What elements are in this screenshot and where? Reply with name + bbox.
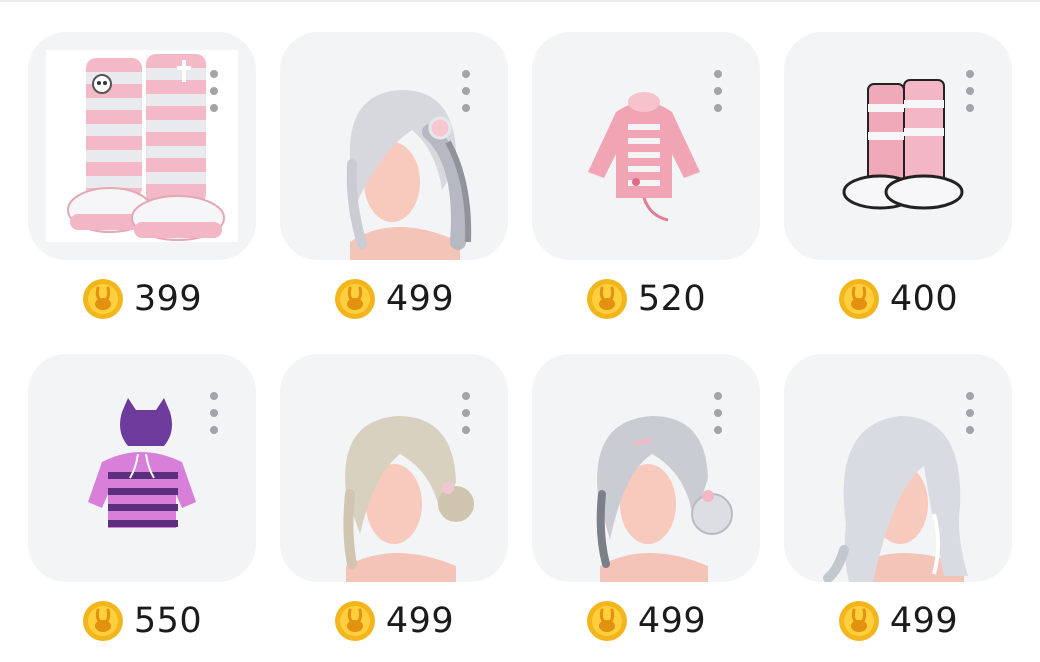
bunny-coin-icon xyxy=(82,601,123,641)
item-card[interactable] xyxy=(280,32,508,260)
price-value: 499 xyxy=(385,601,455,641)
price-value: 400 xyxy=(889,279,959,319)
more-options-button[interactable] xyxy=(714,392,722,434)
price-value: 550 xyxy=(133,601,203,641)
more-options-button[interactable] xyxy=(966,392,974,434)
more-options-button[interactable] xyxy=(714,70,722,112)
more-vertical-icon xyxy=(966,392,974,400)
item-price: 520 xyxy=(532,276,760,322)
more-options-button[interactable] xyxy=(210,392,218,434)
sneakers-thumbnail xyxy=(842,79,964,210)
item-price: 499 xyxy=(280,276,508,322)
hoodie-thumbnail xyxy=(88,398,196,528)
bunny-coin-icon xyxy=(586,279,627,319)
price-value: 520 xyxy=(637,279,707,319)
item-price: 499 xyxy=(532,598,760,644)
item-price: 399 xyxy=(28,276,256,322)
item-price: 400 xyxy=(784,276,1012,322)
more-vertical-icon xyxy=(210,70,218,78)
item-card[interactable] xyxy=(28,354,256,582)
hair-thumbnail xyxy=(343,416,474,582)
item-price: 499 xyxy=(280,598,508,644)
more-vertical-icon xyxy=(210,392,218,400)
more-options-button[interactable] xyxy=(462,392,470,434)
more-vertical-icon xyxy=(462,392,470,400)
bunny-coin-icon xyxy=(82,279,123,319)
bunny-coin-icon xyxy=(838,601,879,641)
item-card[interactable] xyxy=(532,32,760,260)
more-vertical-icon xyxy=(966,70,974,78)
bunny-coin-icon xyxy=(334,601,375,641)
bunny-coin-icon xyxy=(586,601,627,641)
more-vertical-icon xyxy=(462,70,470,78)
hair-thumbnail xyxy=(596,416,733,582)
bunny-coin-icon xyxy=(838,279,879,319)
item-card[interactable] xyxy=(532,354,760,582)
hair-thumbnail xyxy=(823,416,968,582)
top-divider xyxy=(0,0,1040,2)
item-card[interactable] xyxy=(28,32,256,260)
price-value: 499 xyxy=(637,601,707,641)
item-price: 550 xyxy=(28,598,256,644)
hoodie-thumbnail xyxy=(588,92,700,222)
more-vertical-icon xyxy=(714,392,722,400)
more-options-button[interactable] xyxy=(210,70,218,112)
more-options-button[interactable] xyxy=(966,70,974,112)
bunny-coin-icon xyxy=(334,279,375,319)
price-value: 399 xyxy=(133,279,203,319)
more-vertical-icon xyxy=(714,70,722,78)
more-options-button[interactable] xyxy=(462,70,470,112)
boots-thumbnail xyxy=(46,50,238,242)
item-card[interactable] xyxy=(784,32,1012,260)
hair-thumbnail xyxy=(346,90,472,260)
item-price: 499 xyxy=(784,598,1012,644)
price-value: 499 xyxy=(889,601,959,641)
price-value: 499 xyxy=(385,279,455,319)
item-card[interactable] xyxy=(280,354,508,582)
item-card[interactable] xyxy=(784,354,1012,582)
